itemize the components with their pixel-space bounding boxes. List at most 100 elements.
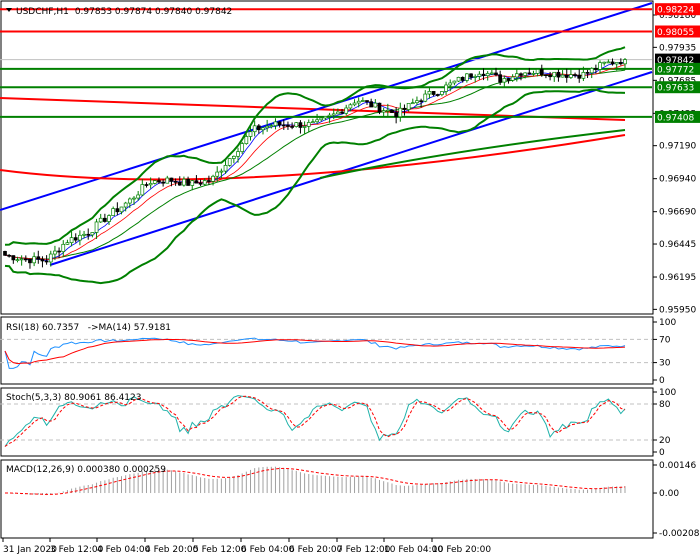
candle [132, 196, 136, 205]
indicator-tick: 0.00 [659, 489, 679, 499]
price-tick: 0.96940 [659, 175, 696, 185]
candle [402, 104, 407, 116]
candle [3, 250, 7, 256]
candle [552, 71, 557, 82]
candle [548, 71, 552, 81]
bollinger-lower-line [4, 88, 626, 285]
candle [78, 230, 82, 246]
candle [94, 218, 99, 239]
candle [381, 107, 386, 117]
candle [369, 98, 374, 108]
indicator-tick: -0.002082 [659, 529, 700, 539]
price-level-label: 0.98055 [657, 28, 694, 38]
candle [589, 67, 594, 79]
symbol-label: USDCHF,H1 0.97853 0.97874 0.97840 0.97842 [16, 7, 232, 17]
indicator-tick: 0 [659, 376, 665, 386]
time-tick: 10 Feb 20:00 [432, 545, 491, 555]
candle [82, 230, 86, 239]
candle [531, 70, 536, 76]
candle [315, 113, 319, 124]
indicator-tick: 0 [659, 448, 665, 458]
candle [277, 121, 282, 128]
candle [256, 123, 261, 134]
macd-title: MACD(12,26,9) 0.000380 0.000259 [6, 465, 166, 475]
candle [510, 74, 515, 82]
time-tick: 3 Feb 12:00 [50, 545, 104, 555]
chart-canvas[interactable]: 0.981800.979350.976850.974350.971900.969… [0, 0, 700, 560]
candle [19, 255, 24, 266]
candle [144, 182, 149, 188]
candle [352, 99, 357, 107]
candle [40, 256, 45, 268]
candle [232, 155, 236, 164]
indicator-tick: 80 [659, 400, 671, 410]
candle [65, 239, 70, 245]
chart-window: 0.981800.979350.976850.974350.971900.969… [0, 0, 700, 560]
candle [177, 176, 182, 186]
candle [539, 64, 544, 77]
candle [227, 157, 232, 167]
candle [240, 141, 245, 154]
rsi-title: RSI(18) 60.7357 ->MA(14) 57.9181 [6, 323, 171, 333]
candle [564, 68, 569, 83]
candle [11, 255, 16, 264]
stoch-main-line [4, 395, 626, 447]
candle [273, 118, 278, 130]
candle [502, 75, 507, 88]
indicator-tick: 30 [659, 359, 671, 369]
time-tick: 7 Feb 12:00 [337, 545, 391, 555]
candle [165, 175, 170, 184]
candle [594, 64, 598, 74]
candle [489, 69, 494, 76]
candle [415, 96, 419, 106]
candle [452, 80, 457, 86]
candle [69, 231, 74, 247]
channel-lower-line[interactable] [49, 71, 653, 266]
candle [423, 90, 428, 103]
candle [207, 175, 211, 185]
indicator-tick: 20 [659, 436, 671, 446]
candle [377, 102, 382, 115]
candle [431, 91, 436, 97]
candle [161, 179, 165, 187]
indicator-tick: 100 [659, 318, 676, 328]
candle [344, 104, 349, 116]
ma-medium-curve [319, 129, 626, 179]
candle [286, 121, 290, 130]
price-level-label: 0.97633 [657, 84, 694, 94]
candle [32, 252, 36, 267]
candle [28, 258, 32, 269]
candle [294, 122, 299, 128]
candle [602, 61, 607, 66]
candle [556, 69, 561, 82]
time-tick: 4 Feb 20:00 [145, 545, 199, 555]
indicator-tick: 70 [659, 335, 671, 345]
candle [485, 71, 490, 81]
candle [186, 176, 190, 186]
candle [577, 69, 582, 83]
time-tick: 5 Feb 12:00 [193, 545, 247, 555]
candle [111, 206, 116, 216]
candle [573, 72, 577, 78]
price-tick: 0.96195 [659, 273, 696, 283]
candle [306, 119, 311, 133]
candle [598, 60, 602, 74]
candle [398, 102, 403, 122]
indicator-tick: 0.00146 [659, 461, 696, 471]
time-tick: 6 Feb 04:00 [241, 545, 295, 555]
candle [98, 213, 103, 223]
candle [61, 240, 66, 258]
candle [86, 228, 91, 240]
rsi-line [4, 337, 626, 369]
price-level-label: 0.97408 [657, 113, 694, 123]
stoch-title: Stoch(5,3,3) 80.9061 86.4123 [6, 393, 141, 403]
candle [302, 121, 307, 134]
indicator-tick: 100 [659, 388, 676, 398]
candle [311, 118, 315, 124]
candle [440, 91, 444, 97]
candle [435, 93, 440, 97]
candle [465, 73, 469, 83]
candle [469, 73, 473, 80]
candle [544, 74, 548, 79]
candle [506, 77, 511, 84]
